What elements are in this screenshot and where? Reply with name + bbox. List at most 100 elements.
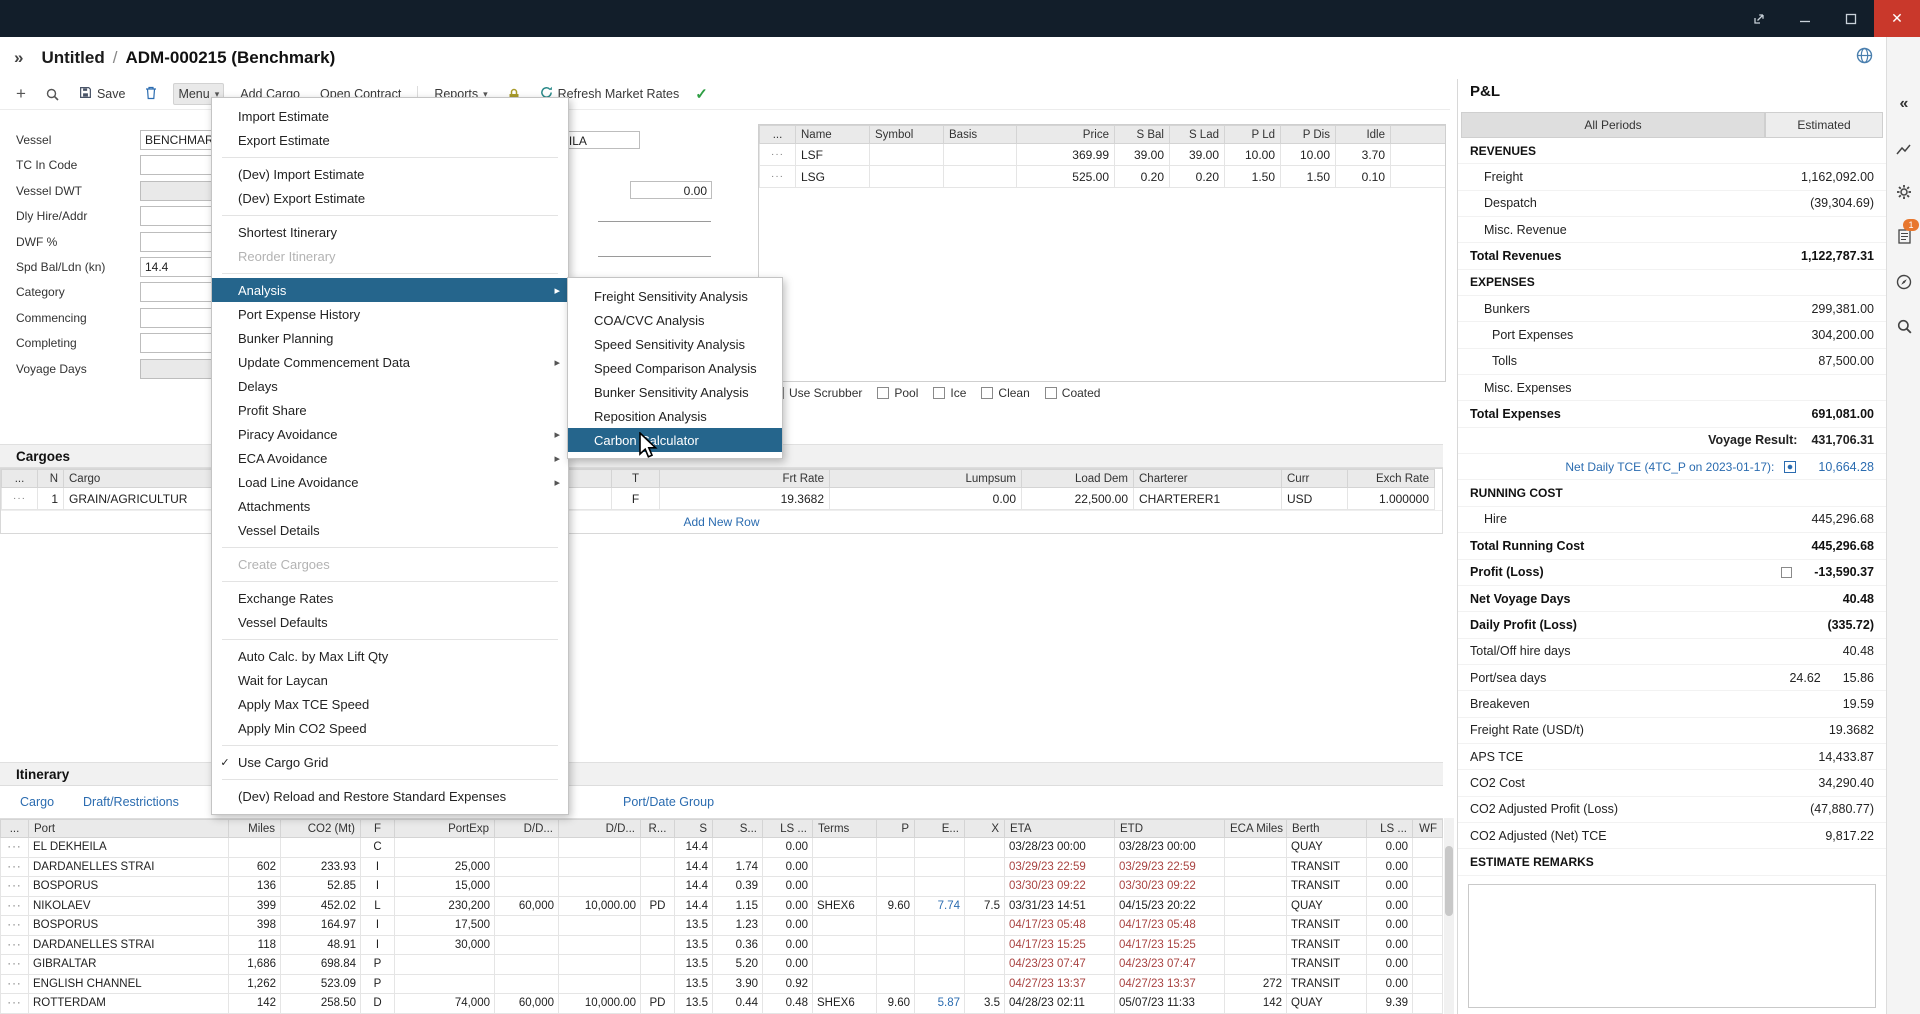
row-menu-icon[interactable]: ···	[760, 166, 796, 188]
menu-item-bunker-planning[interactable]: Bunker Planning	[212, 326, 568, 350]
menu-item-bunker-sensitivity-analysis[interactable]: Bunker Sensitivity Analysis	[568, 380, 782, 404]
tab-draft-restrictions[interactable]: Draft/Restrictions	[83, 795, 179, 809]
cell: 0.10	[1336, 166, 1391, 188]
add-button[interactable]: +	[12, 81, 30, 107]
pnl-label: CO2 Cost	[1470, 776, 1818, 790]
row-menu-icon[interactable]: ···	[1, 838, 29, 858]
tab-estimated[interactable]: Estimated	[1765, 112, 1883, 138]
save-button[interactable]: Save	[75, 83, 130, 105]
profit-loss-checkbox[interactable]	[1781, 567, 1792, 578]
underline-field[interactable]	[598, 206, 711, 222]
menu-item-use-cargo-grid[interactable]: ✓Use Cargo Grid	[212, 750, 568, 774]
tce-link-icon[interactable]	[1784, 461, 1796, 473]
row-menu-icon[interactable]: ···	[1, 857, 29, 877]
menu-item-load-line-avoidance[interactable]: Load Line Avoidance▸	[212, 470, 568, 494]
minimize-icon[interactable]	[1782, 0, 1828, 37]
menu-item-attachments[interactable]: Attachments	[212, 494, 568, 518]
row-menu-icon[interactable]: ···	[1, 935, 29, 955]
cell: DARDANELLES STRAI	[29, 935, 229, 955]
cell: 10.00	[1225, 144, 1281, 166]
itinerary-scrollbar[interactable]	[1444, 818, 1454, 1014]
flag-pool[interactable]: Pool	[877, 386, 918, 400]
flag-coated[interactable]: Coated	[1045, 386, 1101, 400]
menu-item-shortest-itinerary[interactable]: Shortest Itinerary	[212, 220, 568, 244]
tab-cargo[interactable]: Cargo	[20, 795, 54, 809]
menu-item-dev-import-estimate[interactable]: (Dev) Import Estimate	[212, 162, 568, 186]
tab-port-date-group[interactable]: Port/Date Group	[623, 795, 714, 809]
cell: SHEX6	[813, 896, 877, 916]
menu-item-reorder-itinerary[interactable]: Reorder Itinerary	[212, 244, 568, 268]
menu-item-apply-max-tce-speed[interactable]: Apply Max TCE Speed	[212, 692, 568, 716]
menu-item-coa-cvc-analysis[interactable]: COA/CVC Analysis	[568, 308, 782, 332]
cell	[877, 916, 915, 936]
menu-item-import-estimate[interactable]: Import Estimate	[212, 104, 568, 128]
cell: 258.50	[281, 994, 361, 1014]
compass-icon[interactable]	[1887, 267, 1920, 297]
row-menu-icon[interactable]: ···	[1, 974, 29, 994]
menu-item-eca-avoidance[interactable]: ECA Avoidance▸	[212, 446, 568, 470]
table-row: ···LSF369.9939.0039.0010.0010.003.70	[760, 144, 1446, 166]
menu-item-piracy-avoidance[interactable]: Piracy Avoidance▸	[212, 422, 568, 446]
tasks-icon[interactable]: 1	[1887, 221, 1920, 251]
menu-item-delays[interactable]: Delays	[212, 374, 568, 398]
search-button[interactable]	[42, 85, 63, 104]
row-menu-icon[interactable]: ···	[1, 994, 29, 1014]
menu-item-speed-sensitivity-analysis[interactable]: Speed Sensitivity Analysis	[568, 332, 782, 356]
cell	[641, 955, 675, 975]
menu-item-speed-comparison-analysis[interactable]: Speed Comparison Analysis	[568, 356, 782, 380]
menu-item-dev-export-estimate[interactable]: (Dev) Export Estimate	[212, 186, 568, 210]
cell	[559, 857, 641, 877]
pnl-label: Freight Rate (USD/t)	[1470, 723, 1829, 737]
menu-item-auto-calc-by-max-lift-qty[interactable]: Auto Calc. by Max Lift Qty	[212, 644, 568, 668]
delete-button[interactable]	[141, 83, 161, 106]
row-menu-icon[interactable]: ···	[1, 955, 29, 975]
flag-ice[interactable]: Ice	[933, 386, 966, 400]
menu-item-wait-for-laycan[interactable]: Wait for Laycan	[212, 668, 568, 692]
row-menu-icon[interactable]: ···	[1, 916, 29, 936]
flag-use-scrubber[interactable]: Use Scrubber	[772, 386, 862, 400]
menu-item-freight-sensitivity-analysis[interactable]: Freight Sensitivity Analysis	[568, 284, 782, 308]
menu-item-apply-min-co2-speed[interactable]: Apply Min CO2 Speed	[212, 716, 568, 740]
menu-item-vessel-details[interactable]: Vessel Details	[212, 518, 568, 542]
checkbox[interactable]	[933, 387, 945, 399]
settings-gear-icon[interactable]	[1887, 177, 1920, 207]
menu-item-carbon-calculator[interactable]: Carbon Calculator	[568, 428, 782, 452]
tab-all-periods[interactable]: All Periods	[1461, 112, 1765, 138]
row-menu-icon[interactable]: ···	[2, 488, 38, 510]
menu-item-create-cargoes[interactable]: Create Cargoes	[212, 552, 568, 576]
cell: 74,000	[395, 994, 495, 1014]
globe-icon[interactable]	[1856, 47, 1873, 67]
analytics-chart-icon[interactable]	[1887, 133, 1920, 163]
menu-item-profit-share[interactable]: Profit Share	[212, 398, 568, 422]
scrollbar-thumb[interactable]	[1445, 846, 1453, 916]
underline-field[interactable]	[598, 241, 711, 257]
menu-item-reposition-analysis[interactable]: Reposition Analysis	[568, 404, 782, 428]
breadcrumb[interactable]: Untitled	[41, 48, 104, 68]
cell: 14.4	[675, 896, 713, 916]
amount-field[interactable]: 0.00	[630, 181, 712, 199]
menu-item-update-commencement-data[interactable]: Update Commencement Data▸	[212, 350, 568, 374]
menu-item-dev-reload-and-restore-standard-expenses[interactable]: (Dev) Reload and Restore Standard Expens…	[212, 784, 568, 808]
estimate-remarks-input[interactable]	[1468, 884, 1876, 1008]
menu-item-export-estimate[interactable]: Export Estimate	[212, 128, 568, 152]
pnl-value: 10,664.28	[1818, 460, 1874, 474]
row-menu-icon[interactable]: ···	[1, 896, 29, 916]
expand-sidebar-icon[interactable]: »	[14, 48, 23, 68]
popout-icon[interactable]	[1736, 0, 1782, 37]
menu-item-port-expense-history[interactable]: Port Expense History	[212, 302, 568, 326]
collapse-panel-icon[interactable]: «	[1887, 89, 1920, 119]
row-menu-icon[interactable]: ···	[760, 144, 796, 166]
flag-clean[interactable]: Clean	[981, 386, 1029, 400]
close-icon[interactable]: ✕	[1874, 0, 1920, 37]
row-menu-icon[interactable]: ···	[1, 877, 29, 897]
search-icon[interactable]	[1887, 311, 1920, 341]
maximize-icon[interactable]	[1828, 0, 1874, 37]
menu-item-analysis[interactable]: Analysis▸	[212, 278, 568, 302]
checkbox[interactable]	[877, 387, 889, 399]
cell	[915, 955, 965, 975]
checkbox[interactable]	[1045, 387, 1057, 399]
menu-item-vessel-defaults[interactable]: Vessel Defaults	[212, 610, 568, 634]
menu-item-label: Bunker Sensitivity Analysis	[594, 385, 774, 400]
checkbox[interactable]	[981, 387, 993, 399]
menu-item-exchange-rates[interactable]: Exchange Rates	[212, 586, 568, 610]
